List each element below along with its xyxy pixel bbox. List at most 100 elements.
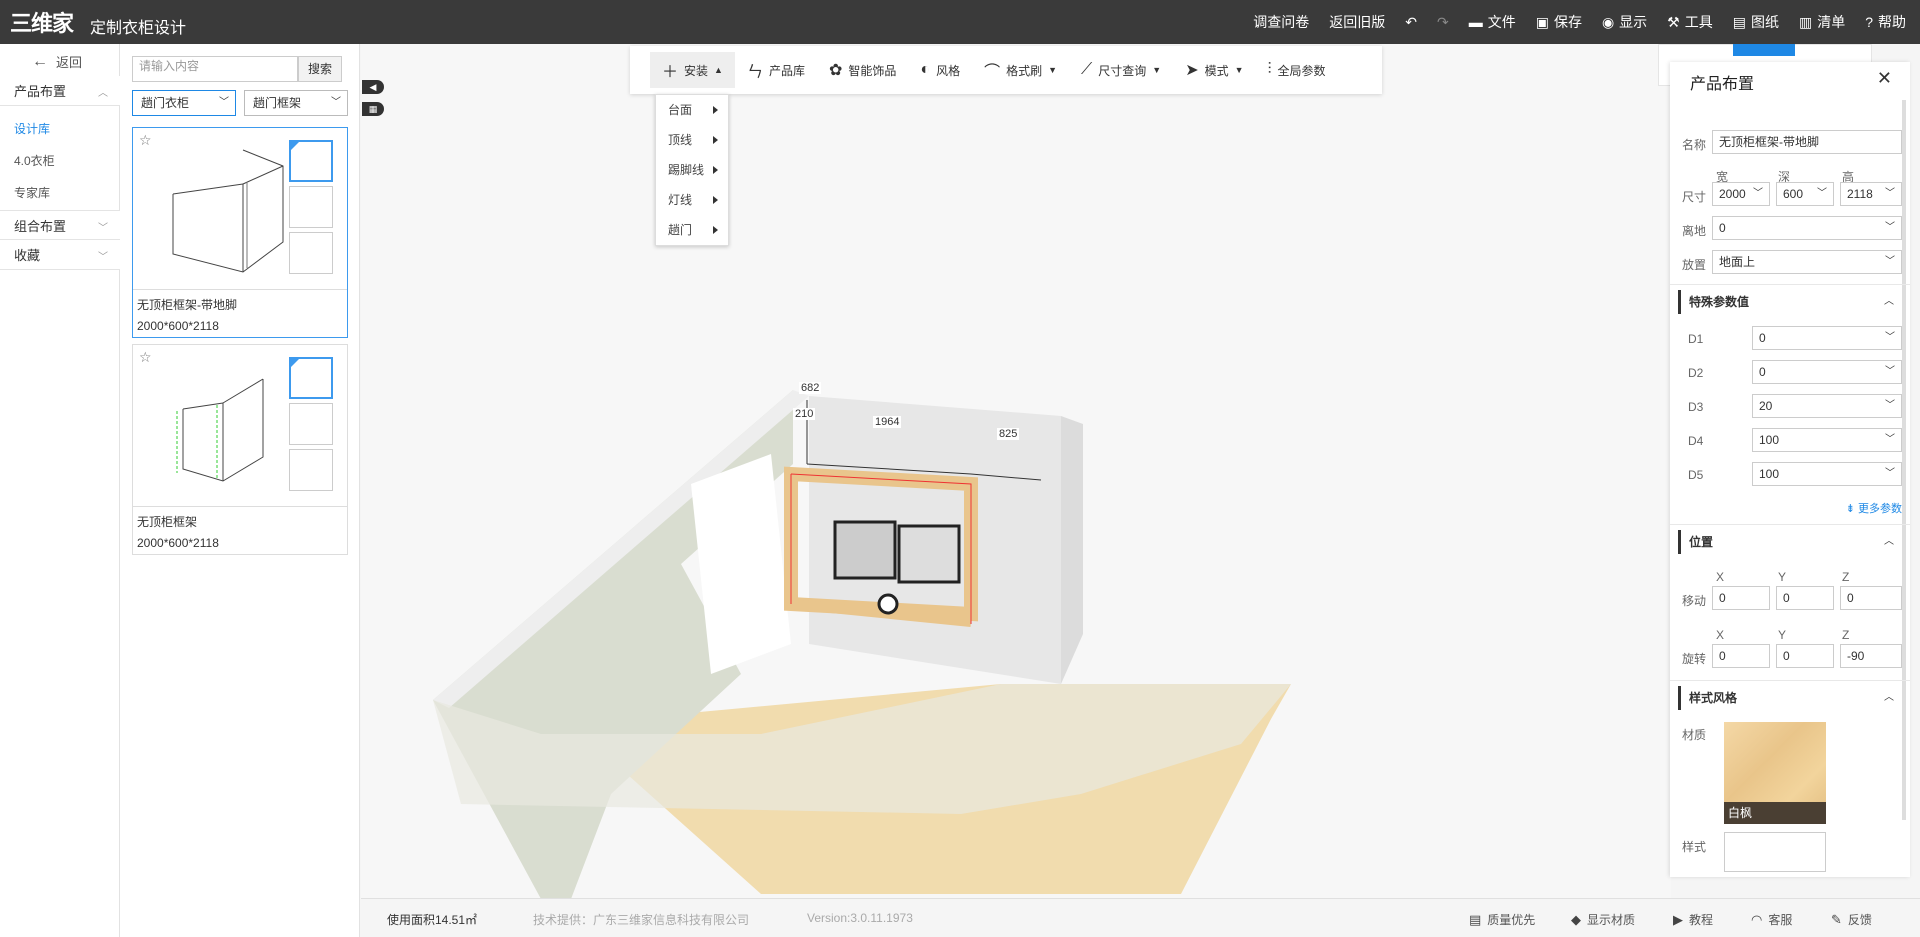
nav-item-design-library[interactable]: 设计库 [14, 120, 50, 137]
move-x-field[interactable]: 0 [1712, 586, 1770, 610]
old-version-link[interactable]: 返回旧版 [1329, 12, 1385, 32]
variant-thumbnail[interactable] [289, 449, 333, 491]
display-menu[interactable]: ◉ 显示 [1602, 12, 1647, 32]
3d-viewport[interactable]: 682 210 1964 825 [361, 44, 1671, 899]
version-text: Version:3.0.11.1973 [807, 911, 913, 925]
rotate-z-field[interactable]: -90 [1840, 644, 1902, 668]
nav-item-wardrobe-4[interactable]: 4.0衣柜 [14, 152, 55, 169]
room-scene[interactable] [361, 44, 1671, 899]
nav-section-product-layout[interactable]: 产品布置 ︿ [0, 76, 120, 106]
star-icon[interactable]: ☆ [139, 349, 152, 366]
help-menu[interactable]: ? 帮助 [1865, 12, 1906, 32]
show-material-toggle[interactable]: ◆ 显示材质 [1571, 911, 1635, 928]
category-select[interactable]: 趟门衣柜 ﹀ [132, 90, 236, 116]
subcategory-select[interactable]: 趟门框架 ﹀ [244, 90, 348, 116]
product-card[interactable]: ☆ 无顶柜框架-带地脚 2000*600*2118 [132, 127, 348, 338]
depth-select[interactable]: 600 ﹀ [1776, 182, 1834, 206]
style-button[interactable]: ◐ 风格 [908, 52, 972, 88]
param-d3-select[interactable]: 20 ﹀ [1752, 394, 1902, 418]
menu-item-countertop[interactable]: 台面 [656, 95, 728, 125]
variant-thumbnail-selected[interactable] [289, 140, 333, 182]
install-button[interactable]: ＋ 安装 ▲ [650, 52, 735, 88]
param-d2-select[interactable]: 0 ﹀ [1752, 360, 1902, 384]
mode-button[interactable]: ➤ 模式 ▼ [1173, 52, 1255, 88]
star-icon[interactable]: ☆ [139, 132, 152, 149]
chevron-up-icon: ︿ [1884, 692, 1894, 703]
variant-thumbnail[interactable] [289, 403, 333, 445]
ground-select[interactable]: 0 ﹀ [1712, 216, 1902, 240]
search-input[interactable]: 请输入内容 [132, 56, 298, 82]
product-thumbnail: ☆ [133, 345, 347, 507]
brush-icon: ⌒ [984, 64, 1001, 81]
search-button[interactable]: 搜索 [298, 56, 342, 82]
rotate-x-field[interactable]: 0 [1712, 644, 1770, 668]
width-select[interactable]: 2000 ﹀ [1712, 182, 1770, 206]
move-y-field[interactable]: 0 [1776, 586, 1834, 610]
undo-button[interactable]: ↶ [1405, 14, 1417, 31]
edit-icon: ✎ [1831, 911, 1842, 927]
chevron-down-icon: ﹀ [1885, 222, 1895, 233]
place-select[interactable]: 地面上 ﹀ [1712, 250, 1902, 274]
more-params-link[interactable]: ⇟ 更多参数 [1846, 500, 1902, 516]
material-swatch[interactable]: 白枫 [1724, 722, 1826, 824]
menu-item-skirting[interactable]: 踢脚线 [656, 155, 728, 185]
survey-link[interactable]: 调查问卷 [1253, 12, 1309, 32]
variant-thumbnail[interactable] [289, 232, 333, 274]
caret-down-icon: ▼ [1152, 65, 1162, 75]
name-field[interactable]: 无顶柜框架-带地脚 [1712, 130, 1902, 154]
feedback-button[interactable]: ✎ 反馈 [1831, 911, 1872, 928]
param-d1-select[interactable]: 0 ﹀ [1752, 326, 1902, 350]
close-icon[interactable]: ✕ [1877, 68, 1892, 89]
list-icon: ▥ [1798, 13, 1813, 30]
chevron-down-icon: ﹀ [1753, 188, 1763, 199]
tools-menu[interactable]: ⚒ 工具 [1667, 12, 1713, 32]
nav-section-favorites[interactable]: 收藏 ﹀ [0, 240, 120, 270]
status-bar: 使用面积14.51㎡ 技术提供：广东三维家信息科技有限公司 Version:3.… [361, 898, 1920, 937]
plus-icon: ＋ [662, 64, 679, 81]
variant-thumbnail-selected[interactable] [289, 357, 333, 399]
show-material-label: 显示材质 [1587, 913, 1636, 927]
menu-item-sliding-door[interactable]: 趟门 [656, 215, 728, 245]
nav-section-combo-layout[interactable]: 组合布置 ﹀ [0, 210, 120, 240]
dimension-query-button[interactable]: ⟋ 尺寸查询 ▼ [1069, 52, 1173, 88]
drawings-menu[interactable]: ▤ 图纸 [1733, 12, 1779, 32]
collapse-panel-button[interactable]: ◀ [362, 80, 384, 94]
quality-toggle[interactable]: ▤ 质量优先 [1469, 911, 1535, 928]
style-header[interactable]: 样式风格 ︿ [1678, 686, 1900, 710]
product-card[interactable]: ☆ 无顶柜框架 2000*600*2118 [132, 344, 348, 555]
smart-decor-button[interactable]: ✿ 智能饰品 [817, 52, 908, 88]
style-swatch[interactable] [1724, 832, 1826, 872]
caret-down-icon: ▼ [1234, 65, 1244, 75]
wall-picture [833, 520, 897, 580]
product-library-button[interactable]: ㄣ产品库 [735, 52, 817, 88]
global-params-button[interactable]: ⫶ 全局参数 [1256, 52, 1338, 88]
back-button[interactable]: ← 返回 [32, 52, 82, 71]
product-name: 无顶柜框架 [137, 515, 198, 529]
list-menu[interactable]: ▥ 清单 [1799, 12, 1845, 32]
ruler-icon: ⟋ [1081, 61, 1093, 78]
nav-item-expert-library[interactable]: 专家库 [14, 184, 50, 201]
logo[interactable]: 三维家 [10, 8, 74, 36]
special-params-header[interactable]: 特殊参数值 ︿ [1678, 290, 1900, 314]
grid-toggle-button[interactable]: ▦ [362, 102, 384, 116]
param-d4-select[interactable]: 100 ﹀ [1752, 428, 1902, 452]
param-d5-select[interactable]: 100 ﹀ [1752, 462, 1902, 486]
height-select[interactable]: 2118 ﹀ [1840, 182, 1902, 206]
redo-button[interactable]: ↷ [1437, 14, 1449, 31]
support-button[interactable]: ◠ 客服 [1751, 911, 1792, 928]
variant-thumbnail[interactable] [289, 186, 333, 228]
position-header[interactable]: 位置 ︿ [1678, 530, 1900, 554]
menu-item-top-line[interactable]: 顶线 [656, 125, 728, 155]
format-brush-button[interactable]: ⌒ 格式刷 ▼ [972, 52, 1069, 88]
save-button[interactable]: ▣ 保存 [1536, 12, 1582, 32]
section-title: 位置 [1689, 535, 1714, 549]
chair-icon: ㄣ [746, 64, 763, 81]
rotate-y-field[interactable]: 0 [1776, 644, 1834, 668]
right-panel-tab-indicator [1733, 44, 1795, 56]
tutorial-button[interactable]: ▶ 教程 [1673, 911, 1713, 928]
format-brush-label: 格式刷 [1006, 63, 1043, 78]
menu-item-light-line[interactable]: 灯线 [656, 185, 728, 215]
file-menu[interactable]: ▬ 文件 [1469, 12, 1516, 32]
panel-scrollbar[interactable] [1902, 100, 1906, 820]
move-z-field[interactable]: 0 [1840, 586, 1902, 610]
